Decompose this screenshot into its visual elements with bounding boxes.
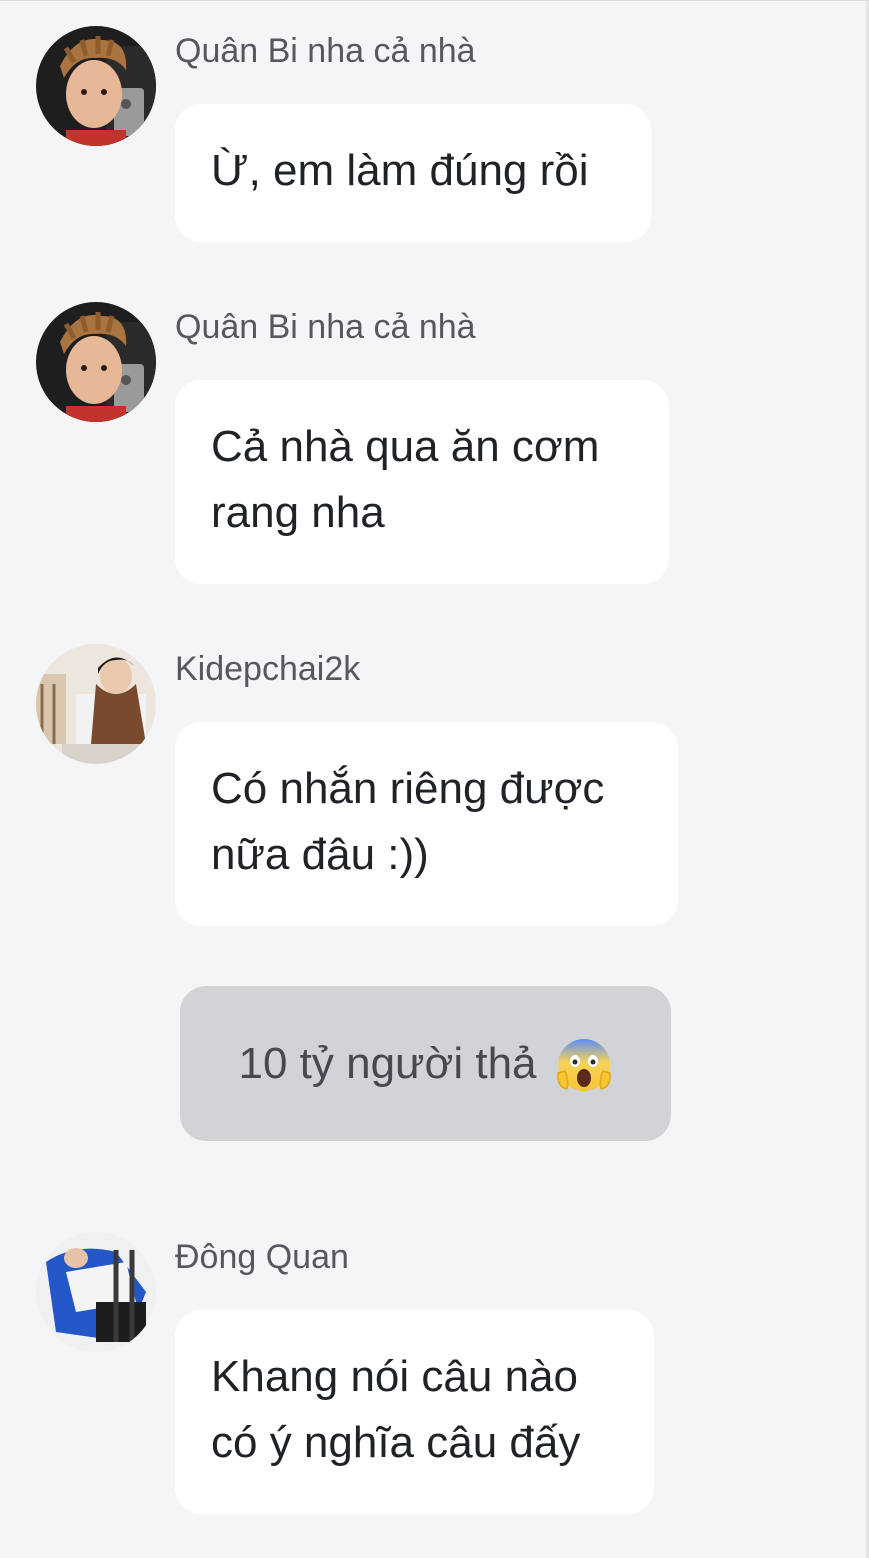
sender-avatar[interactable] — [36, 1232, 156, 1352]
sender-avatar[interactable] — [36, 644, 156, 764]
message-text-line: có ý nghĩa câu đấy — [211, 1418, 581, 1467]
reaction-notice: 10 tỷ người thả — [180, 986, 671, 1141]
user-avatar-photo-icon — [36, 26, 156, 146]
sender-avatar[interactable] — [36, 302, 156, 422]
message-bubble[interactable]: Có nhắn riêng được nữa đâu :)) — [175, 722, 678, 926]
message-bubble[interactable]: Ừ, em làm đúng rồi — [175, 104, 651, 242]
message-text-line: nữa đâu :)) — [211, 830, 429, 879]
message-text: Ừ, em làm đúng rồi — [211, 146, 589, 195]
user-avatar-photo-icon — [36, 302, 156, 422]
sender-name: Quân Bi nha cả nhà — [175, 32, 476, 70]
reaction-notice-text: 10 tỷ người thả — [238, 1038, 537, 1088]
message-text-line: Có nhắn riêng được — [211, 764, 605, 813]
user-avatar-photo-icon — [36, 1232, 156, 1352]
message-text-line: Cả nhà qua ăn cơm — [211, 422, 600, 471]
message-text-line: rang nha — [211, 488, 385, 537]
sender-name: Quân Bi nha cả nhà — [175, 308, 476, 346]
message-bubble[interactable]: Khang nói câu nào có ý nghĩa câu đấy — [175, 1310, 654, 1514]
message-bubble[interactable]: Cả nhà qua ăn cơm rang nha — [175, 380, 669, 584]
sender-name: Kidepchai2k — [175, 650, 361, 688]
sender-name: Đông Quan — [175, 1238, 349, 1276]
screaming-face-emoji-icon — [555, 1035, 613, 1093]
user-avatar-photo-icon — [36, 644, 156, 764]
sender-avatar[interactable] — [36, 26, 156, 146]
message-text-line: Khang nói câu nào — [211, 1352, 578, 1401]
